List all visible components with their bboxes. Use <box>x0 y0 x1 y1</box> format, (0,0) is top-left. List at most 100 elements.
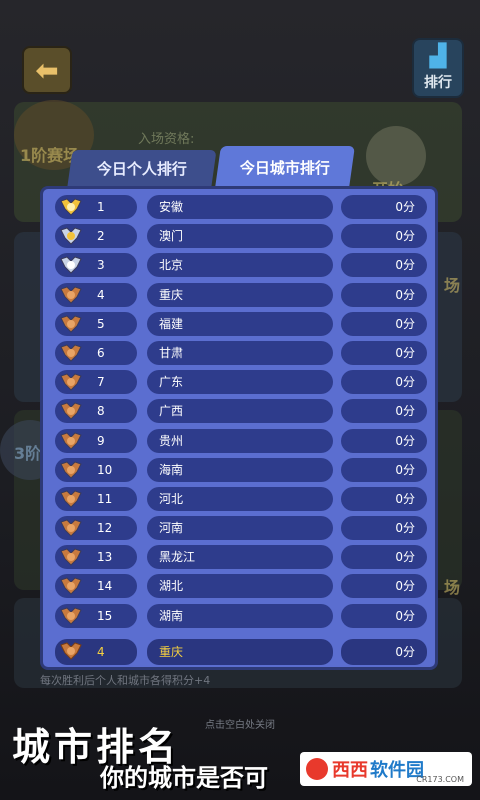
city-name: 重庆 <box>159 287 184 302</box>
rank-cell: 6 <box>55 340 137 365</box>
score-cell: 0分 <box>341 282 427 307</box>
ranking-row: 6 甘肃 0分 <box>55 340 427 365</box>
city-name: 澳门 <box>159 229 184 244</box>
rank-number: 15 <box>97 608 113 623</box>
city-name: 湖南 <box>159 608 184 623</box>
my-city-name: 重庆 <box>159 645 184 659</box>
bg-stage3-label: 3阶 <box>14 444 42 463</box>
ranking-row: 15 湖南 0分 <box>55 603 427 628</box>
medal-icon <box>60 461 82 479</box>
score-cell: 0分 <box>341 457 427 482</box>
city-cell: 福建 <box>147 311 333 336</box>
rank-number: 12 <box>97 521 113 536</box>
ranking-row: 3 北京 0分 <box>55 253 427 278</box>
rank-cell: 3 <box>55 253 137 278</box>
tab-city-ranking[interactable]: 今日城市排行 <box>215 146 355 188</box>
city-cell: 河北 <box>147 486 333 511</box>
points-note: 每次胜利后个人和城市各得积分+4 <box>40 674 211 687</box>
city-cell: 湖南 <box>147 603 333 628</box>
city-cell: 北京 <box>147 253 333 278</box>
score-value: 0分 <box>395 258 415 273</box>
my-city-row: 4 重庆 0分 <box>55 639 427 665</box>
rank-cell: 12 <box>55 516 137 541</box>
rank-number: 5 <box>97 316 105 331</box>
score-cell: 0分 <box>341 224 427 249</box>
rank-number: 10 <box>97 462 113 477</box>
ranking-icon: ▟ <box>429 44 447 69</box>
city-name: 广东 <box>159 375 184 390</box>
score-value: 0分 <box>395 579 415 594</box>
score-cell: 0分 <box>341 340 427 365</box>
rank-number: 14 <box>97 579 113 594</box>
ranking-button[interactable]: ▟ 排行 <box>412 38 464 98</box>
medal-icon <box>60 198 82 216</box>
city-name: 福建 <box>159 316 184 331</box>
score-cell: 0分 <box>341 603 427 628</box>
city-name: 河南 <box>159 521 184 536</box>
medal-icon <box>60 315 82 333</box>
bg-entry-text: 入场资格: <box>138 132 195 147</box>
rank-cell: 11 <box>55 486 137 511</box>
score-value: 0分 <box>395 433 415 448</box>
promo-subtitle: 你的城市是否可 <box>100 764 268 792</box>
ranking-row: 12 河南 0分 <box>55 516 427 541</box>
score-cell: 0分 <box>341 195 427 219</box>
medal-icon <box>60 256 82 275</box>
rank-cell: 10 <box>55 457 137 482</box>
city-cell: 重庆 <box>147 282 333 307</box>
ranking-row: 11 河北 0分 <box>55 486 427 511</box>
city-cell: 澳门 <box>147 224 333 249</box>
ranking-row: 14 湖北 0分 <box>55 574 427 599</box>
back-arrow-icon: ⬅ <box>35 53 59 87</box>
city-cell: 贵州 <box>147 428 333 453</box>
tab-personal-ranking[interactable]: 今日个人排行 <box>67 150 217 186</box>
score-value: 0分 <box>395 200 415 214</box>
city-cell: 广西 <box>147 399 333 424</box>
city-name: 广西 <box>159 404 184 419</box>
score-value: 0分 <box>395 375 415 390</box>
ranking-row: 5 福建 0分 <box>55 311 427 336</box>
city-cell: 甘肃 <box>147 340 333 365</box>
city-cell: 河南 <box>147 516 333 541</box>
city-name: 湖北 <box>159 579 184 594</box>
score-value: 0分 <box>395 491 415 506</box>
medal-icon <box>60 402 82 421</box>
city-name: 北京 <box>159 258 184 273</box>
ranking-row: 9 贵州 0分 <box>55 428 427 453</box>
city-name: 河北 <box>159 491 184 506</box>
ranking-row: 2 澳门 0分 <box>55 224 427 249</box>
medal-icon <box>60 344 82 362</box>
bg-field-label-2: 场 <box>444 578 461 597</box>
rank-cell: 4 <box>55 282 137 307</box>
score-cell: 0分 <box>341 545 427 570</box>
city-name: 贵州 <box>159 433 184 448</box>
medal-icon <box>60 577 82 596</box>
rank-cell: 5 <box>55 311 137 336</box>
medal-icon <box>60 373 82 391</box>
medal-icon <box>60 285 82 304</box>
ranking-row: 13 黑龙江 0分 <box>55 545 427 570</box>
back-button[interactable]: ⬅ <box>22 46 72 94</box>
rank-cell: 9 <box>55 428 137 453</box>
medal-icon <box>60 431 82 450</box>
ranking-row: 8 广西 0分 <box>55 399 427 424</box>
ranking-row: 7 广东 0分 <box>55 370 427 395</box>
rank-cell: 15 <box>55 603 137 628</box>
rank-number: 3 <box>97 258 105 273</box>
city-name: 海南 <box>159 462 184 477</box>
my-rank-number: 4 <box>97 645 105 659</box>
ranking-label: 排行 <box>424 75 452 91</box>
rank-number: 2 <box>97 229 105 244</box>
rank-number: 6 <box>97 345 105 360</box>
city-name: 安徽 <box>159 200 184 214</box>
city-cell: 海南 <box>147 457 333 482</box>
rank-cell: 8 <box>55 399 137 424</box>
my-medal-icon <box>60 642 82 660</box>
score-cell: 0分 <box>341 428 427 453</box>
city-cell: 广东 <box>147 370 333 395</box>
rank-number: 13 <box>97 550 113 565</box>
ranking-panel: 1 安徽 0分 2 澳门 0分 3 北京 0分 4 重庆 0分 5 福建 0分 6 甘肃 0分 7 广东 0分 8 广西 0分… <box>40 186 438 670</box>
medal-icon <box>60 607 82 625</box>
city-name: 黑龙江 <box>159 550 196 565</box>
tab-personal-label: 今日个人排行 <box>96 159 187 178</box>
